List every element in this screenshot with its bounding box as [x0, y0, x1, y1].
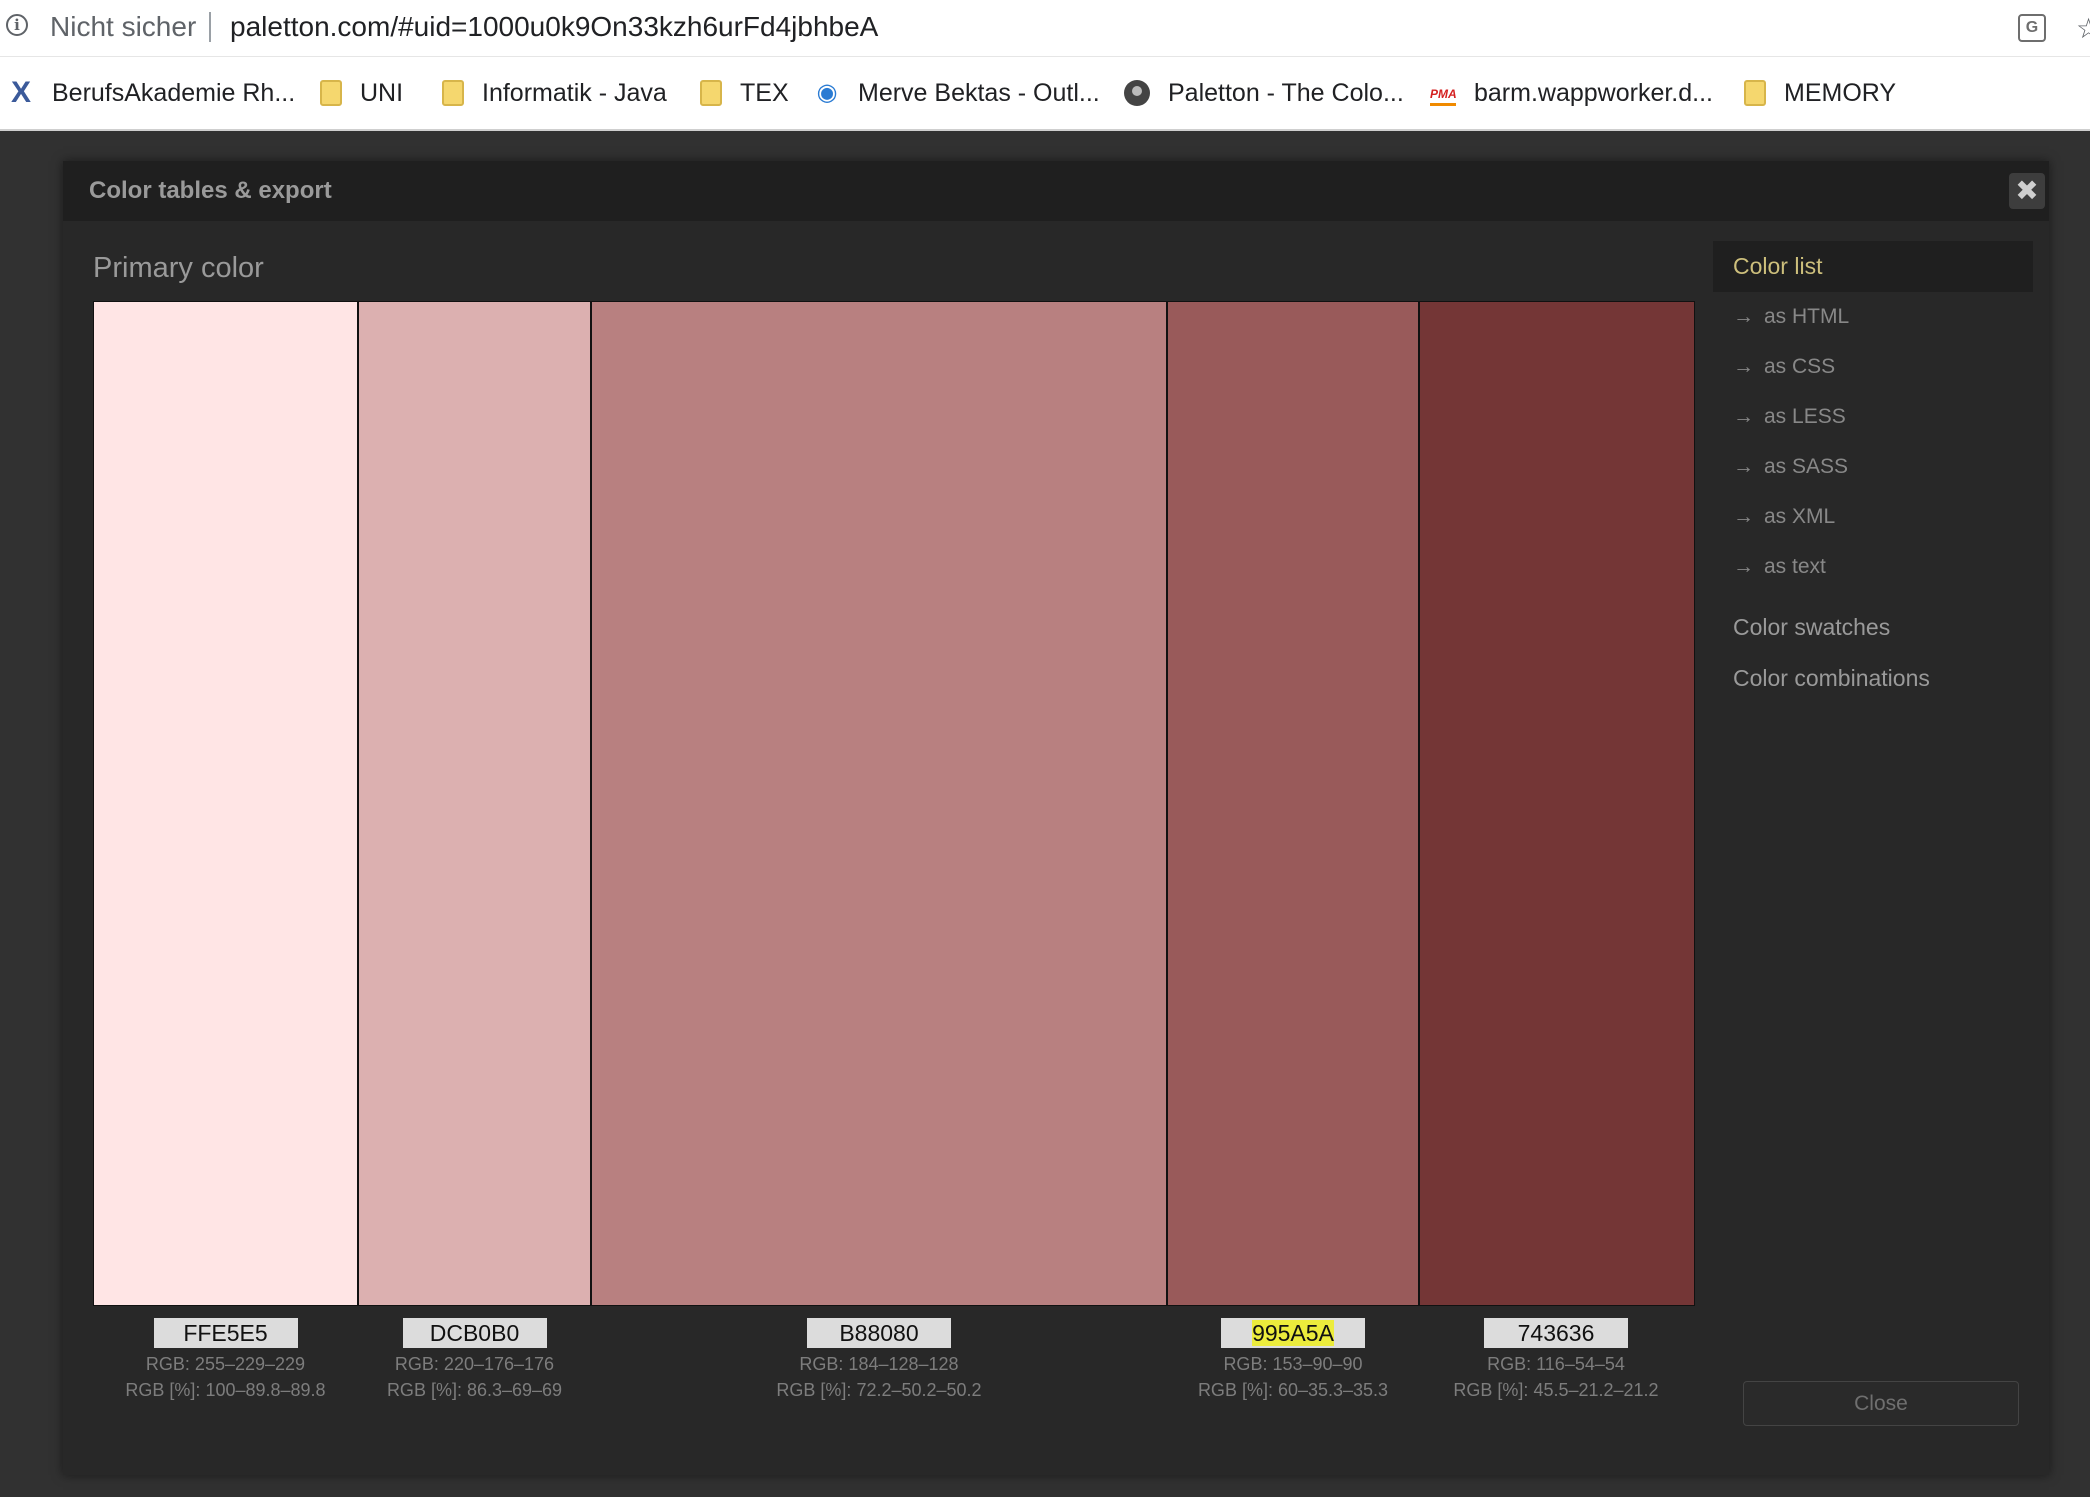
- export-menu: Color list → as HTML → as CSS → as LESS → as…: [1713, 241, 2033, 704]
- url-separator: [209, 12, 211, 42]
- rgb-percent-value: RGB [%]: 72.2–50.2–50.2: [776, 1380, 982, 1400]
- url-text[interactable]: paletton.com/#uid=1000u0k9On33kzh6urFd4j…: [230, 11, 878, 43]
- arrow-right-icon: →: [1733, 405, 1754, 428]
- hex-code[interactable]: 743636: [1484, 1318, 1628, 1348]
- bookmark-label: UNI: [360, 78, 404, 107]
- hex-code[interactable]: B88080: [807, 1318, 951, 1348]
- swatch-ffe5e5[interactable]: [94, 302, 359, 1305]
- swatch-label: FFE5E5 RGB: 255–229–229 RGB [%]: 100–89.…: [93, 1318, 358, 1428]
- info-icon[interactable]: i: [6, 14, 28, 36]
- folder-icon: [1744, 80, 1766, 106]
- folder-icon: [442, 80, 464, 106]
- pma-icon: PMA: [1430, 80, 1457, 106]
- arrow-right-icon: →: [1733, 555, 1754, 578]
- rgb-percent-value: RGB [%]: 100–89.8–89.8: [125, 1380, 326, 1400]
- bookmark-berufsakademie[interactable]: X BerufsAkademie Rh...: [8, 57, 295, 129]
- menu-item-as-css[interactable]: → as CSS: [1713, 342, 2033, 392]
- swatch-995a5a[interactable]: [1168, 302, 1420, 1305]
- swatch-label: 743636 RGB: 116–54–54 RGB [%]: 45.5–21.2…: [1419, 1318, 1693, 1428]
- menu-item-as-less[interactable]: → as LESS: [1713, 392, 2033, 442]
- bookmark-label: TEX: [740, 78, 789, 107]
- rgb-percent-value: RGB [%]: 86.3–69–69: [386, 1380, 563, 1400]
- menu-item-as-html[interactable]: → as HTML: [1713, 292, 2033, 342]
- rgb-percent-value: RGB [%]: 45.5–21.2–21.2: [1453, 1380, 1659, 1400]
- section-title: Primary color: [93, 252, 264, 284]
- rgb-value: RGB: 184–128–128: [799, 1354, 959, 1374]
- close-button[interactable]: Close: [1743, 1381, 2019, 1426]
- arrow-right-icon: →: [1733, 305, 1754, 328]
- not-secure-label[interactable]: Nicht sicher: [50, 11, 196, 43]
- bookmark-informatik-java[interactable]: Informatik - Java: [442, 57, 667, 129]
- rgb-value: RGB: 153–90–90: [1223, 1354, 1363, 1374]
- color-swatch-strip: [93, 301, 1695, 1306]
- menu-item-as-text[interactable]: → as text: [1713, 542, 2033, 592]
- address-bar[interactable]: i Nicht sicher paletton.com/#uid=1000u0k…: [0, 0, 2090, 57]
- arrow-right-icon: →: [1733, 505, 1754, 528]
- hex-code[interactable]: DCB0B0: [402, 1318, 547, 1348]
- bookmark-tex[interactable]: TEX: [700, 57, 789, 129]
- bookmark-label: Paletton - The Colo...: [1168, 78, 1404, 107]
- menu-item-as-sass[interactable]: → as SASS: [1713, 442, 2033, 492]
- dialog-title: Color tables & export: [89, 177, 332, 204]
- folder-icon: [320, 80, 342, 106]
- paletton-icon: [1124, 80, 1150, 106]
- swatch-b88080[interactable]: [592, 302, 1168, 1305]
- hex-code-highlighted[interactable]: 995A5A: [1221, 1318, 1365, 1348]
- star-icon[interactable]: ☆: [2076, 12, 2090, 45]
- close-icon[interactable]: ✖: [2009, 173, 2045, 209]
- arrow-right-icon: →: [1733, 455, 1754, 478]
- folder-icon: [700, 80, 722, 106]
- bookmark-label: MEMORY: [1784, 78, 1897, 107]
- bookmark-uni[interactable]: UNI: [320, 57, 403, 129]
- dialog-header: Color tables & export ✖: [63, 161, 2049, 221]
- hex-code[interactable]: FFE5E5: [153, 1318, 298, 1348]
- bookmark-label: barm.wappworker.d...: [1474, 78, 1713, 107]
- bookmarks-bar: X BerufsAkademie Rh... UNI Informatik - …: [0, 57, 2090, 131]
- rgb-value: RGB: 220–176–176: [394, 1354, 555, 1374]
- bookmark-barm[interactable]: PMA barm.wappworker.d...: [1430, 57, 1713, 129]
- rgb-percent-value: RGB [%]: 60–35.3–35.3: [1197, 1380, 1389, 1400]
- menu-item-color-swatches[interactable]: Color swatches: [1713, 602, 2033, 653]
- bookmark-memory[interactable]: MEMORY: [1744, 57, 1896, 129]
- x-logo-icon: X: [10, 76, 31, 109]
- swatch-label: B88080 RGB: 184–128–128 RGB [%]: 72.2–50…: [591, 1318, 1167, 1428]
- bookmark-label: Informatik - Java: [482, 78, 667, 107]
- rgb-value: RGB: 255–229–229: [145, 1354, 306, 1374]
- eye-icon: ◉: [816, 79, 838, 106]
- swatch-label: 995A5A RGB: 153–90–90 RGB [%]: 60–35.3–3…: [1167, 1318, 1419, 1428]
- menu-item-color-list[interactable]: Color list: [1713, 241, 2033, 292]
- swatch-dcb0b0[interactable]: [359, 302, 592, 1305]
- menu-item-as-xml[interactable]: → as XML: [1713, 492, 2033, 542]
- swatch-labels: FFE5E5 RGB: 255–229–229 RGB [%]: 100–89.…: [93, 1318, 1695, 1428]
- bookmark-label: BerufsAkademie Rh...: [52, 78, 296, 107]
- arrow-right-icon: →: [1733, 355, 1754, 378]
- color-tables-dialog: Color tables & export ✖ Primary color FF…: [63, 161, 2049, 1475]
- swatch-label: DCB0B0 RGB: 220–176–176 RGB [%]: 86.3–69…: [358, 1318, 591, 1428]
- bookmark-outlook[interactable]: ◉ Merve Bektas - Outl...: [814, 57, 1100, 129]
- swatch-743636[interactable]: [1420, 302, 1694, 1305]
- translate-icon[interactable]: G: [2018, 14, 2046, 42]
- bookmark-label: Merve Bektas - Outl...: [858, 78, 1100, 107]
- rgb-value: RGB: 116–54–54: [1487, 1354, 1625, 1374]
- menu-item-color-combinations[interactable]: Color combinations: [1713, 653, 2033, 704]
- bookmark-paletton[interactable]: Paletton - The Colo...: [1124, 57, 1404, 129]
